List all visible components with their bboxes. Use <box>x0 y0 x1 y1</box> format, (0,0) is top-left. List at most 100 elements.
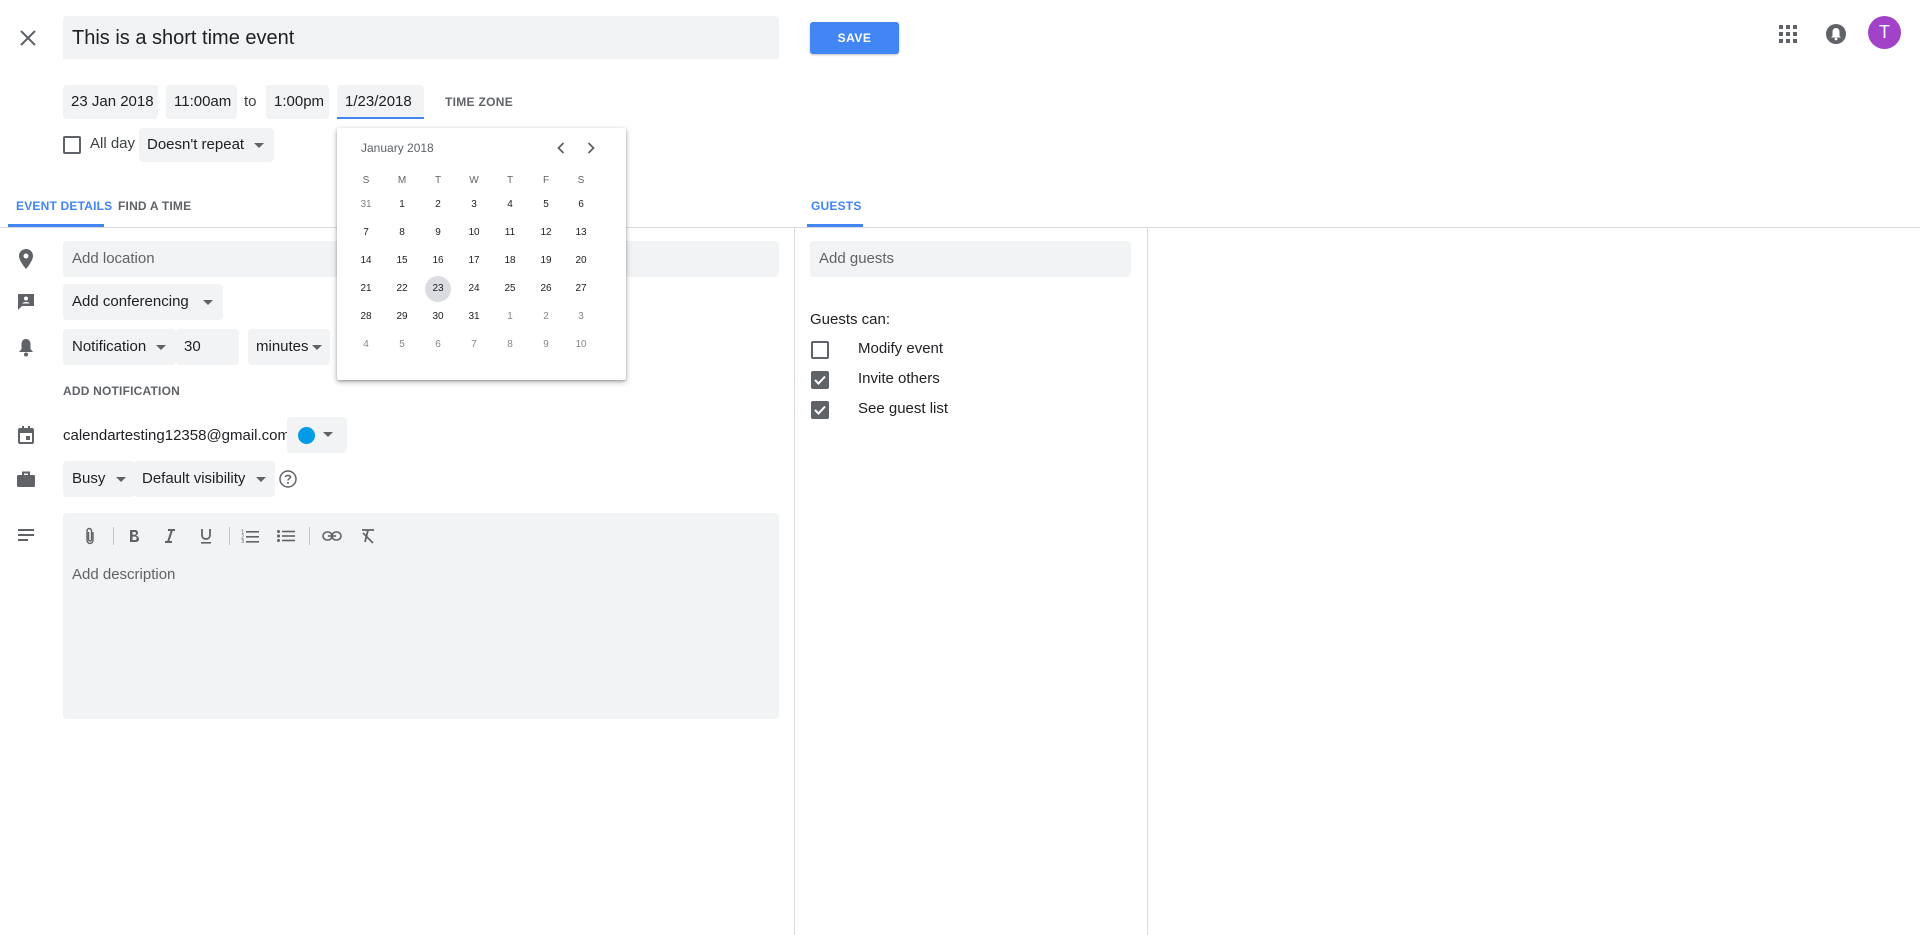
help-icon[interactable] <box>276 467 300 491</box>
weekday-label: S <box>577 175 585 186</box>
event-title-input[interactable]: This is a short time event <box>63 16 779 59</box>
date-picker-day[interactable]: 6 <box>568 192 594 218</box>
date-picker-day[interactable]: 17 <box>461 248 487 274</box>
date-picker-day[interactable]: 25 <box>497 276 523 302</box>
date-picker-day[interactable]: 15 <box>389 248 415 274</box>
date-picker-day[interactable]: 16 <box>425 248 451 274</box>
availability-dropdown[interactable]: Busy <box>63 461 136 497</box>
date-picker-day[interactable]: 10 <box>568 332 594 358</box>
location-pin-icon <box>14 247 38 271</box>
add-guests-input[interactable]: Add guests <box>810 241 1131 277</box>
save-button[interactable]: SAVE <box>810 22 899 54</box>
date-picker-day[interactable]: 3 <box>461 192 487 218</box>
bold-icon[interactable] <box>121 523 147 549</box>
date-picker-day[interactable]: 30 <box>425 304 451 330</box>
notification-unit-dropdown[interactable]: minutes <box>248 329 330 365</box>
date-picker-day[interactable]: 12 <box>533 220 559 246</box>
date-picker-day[interactable]: 1 <box>497 304 523 330</box>
end-time-field[interactable]: 1:00pm <box>266 85 329 119</box>
close-button[interactable] <box>8 18 48 58</box>
date-picker-day[interactable]: 19 <box>533 248 559 274</box>
modify-event-checkbox[interactable] <box>811 341 829 359</box>
date-picker-day[interactable]: 9 <box>425 220 451 246</box>
date-picker-day[interactable]: 11 <box>497 220 523 246</box>
date-picker-day[interactable]: 2 <box>533 304 559 330</box>
invite-others-checkbox[interactable] <box>811 371 829 389</box>
date-picker-day[interactable]: 7 <box>353 220 379 246</box>
toolbar-separator <box>309 527 310 545</box>
tab-event-details[interactable]: EVENT DETAILS <box>16 199 112 213</box>
checkmark-icon <box>814 405 826 415</box>
date-picker-day-selected[interactable]: 23 <box>425 276 451 302</box>
weekday-label: F <box>542 175 550 186</box>
date-picker-day[interactable]: 24 <box>461 276 487 302</box>
date-picker-day[interactable]: 5 <box>533 192 559 218</box>
notification-type-dropdown[interactable]: Notification <box>63 329 177 365</box>
date-picker-day[interactable]: 22 <box>389 276 415 302</box>
time-zone-button[interactable]: TIME ZONE <box>445 85 513 119</box>
tab-guests[interactable]: GUESTS <box>811 199 862 213</box>
description-editor[interactable]: 123 Add description <box>63 513 779 719</box>
avatar[interactable]: T <box>1868 16 1901 49</box>
notification-value-input[interactable]: 30 <box>176 329 239 365</box>
bulleted-list-icon[interactable] <box>273 523 299 549</box>
clear-formatting-icon[interactable] <box>355 523 381 549</box>
date-picker-day[interactable]: 2 <box>425 192 451 218</box>
apps-grid-icon[interactable] <box>1772 18 1804 50</box>
previous-month-button[interactable] <box>549 136 573 160</box>
date-picker-day[interactable]: 5 <box>389 332 415 358</box>
invite-others-label: Invite others <box>858 370 940 387</box>
weekday-label: S <box>362 175 370 186</box>
event-color-dropdown[interactable] <box>287 417 347 453</box>
see-guest-list-checkbox[interactable] <box>811 401 829 419</box>
italic-icon[interactable] <box>157 523 183 549</box>
notifications-icon[interactable] <box>1820 18 1852 50</box>
tabs-divider <box>0 227 1920 228</box>
date-picker-day[interactable]: 3 <box>568 304 594 330</box>
start-date-field[interactable]: 23 Jan 2018 <box>63 85 158 119</box>
start-time-field[interactable]: 11:00am <box>166 85 237 119</box>
weekday-label: T <box>434 175 442 186</box>
numbered-list-icon[interactable]: 123 <box>237 523 263 549</box>
column-divider <box>794 227 795 935</box>
visibility-dropdown[interactable]: Default visibility <box>134 461 276 497</box>
next-month-button[interactable] <box>579 136 603 160</box>
attachment-icon[interactable] <box>77 523 103 549</box>
visibility-label: Default visibility <box>142 470 246 487</box>
date-picker-day[interactable]: 18 <box>497 248 523 274</box>
add-notification-button[interactable]: ADD NOTIFICATION <box>63 384 180 398</box>
date-picker-day[interactable]: 7 <box>461 332 487 358</box>
description-placeholder: Add description <box>72 566 176 583</box>
date-picker-day[interactable]: 14 <box>353 248 379 274</box>
date-picker-day[interactable]: 6 <box>425 332 451 358</box>
date-picker-day[interactable]: 21 <box>353 276 379 302</box>
date-picker-day[interactable]: 29 <box>389 304 415 330</box>
underline-icon[interactable] <box>193 523 219 549</box>
notification-type-label: Notification <box>72 338 147 355</box>
date-picker-day[interactable]: 9 <box>533 332 559 358</box>
date-picker-day[interactable]: 20 <box>568 248 594 274</box>
date-picker-day[interactable]: 10 <box>461 220 487 246</box>
date-picker-day[interactable]: 1 <box>389 192 415 218</box>
date-picker-day[interactable]: 28 <box>353 304 379 330</box>
date-picker-day[interactable]: 8 <box>497 332 523 358</box>
end-date-input[interactable]: 1/23/2018 <box>337 85 424 119</box>
formatting-toolbar: 123 <box>63 513 779 557</box>
date-picker-day[interactable]: 4 <box>353 332 379 358</box>
add-conferencing-dropdown[interactable]: Add conferencing <box>63 284 223 320</box>
date-picker-day[interactable]: 4 <box>497 192 523 218</box>
date-picker-day[interactable]: 27 <box>568 276 594 302</box>
tab-find-a-time[interactable]: FIND A TIME <box>118 199 191 213</box>
date-picker-day[interactable]: 31 <box>353 192 379 218</box>
date-picker-day[interactable]: 8 <box>389 220 415 246</box>
chevron-left-icon <box>557 142 565 154</box>
repeat-dropdown[interactable]: Doesn't repeat <box>139 128 275 162</box>
color-swatch <box>298 427 315 444</box>
date-picker-day[interactable]: 26 <box>533 276 559 302</box>
all-day-checkbox[interactable] <box>63 136 81 154</box>
date-picker-day[interactable]: 31 <box>461 304 487 330</box>
date-picker-day[interactable]: 13 <box>568 220 594 246</box>
link-icon[interactable] <box>319 523 345 549</box>
notification-unit-label: minutes <box>256 338 309 355</box>
availability-label: Busy <box>72 470 106 487</box>
